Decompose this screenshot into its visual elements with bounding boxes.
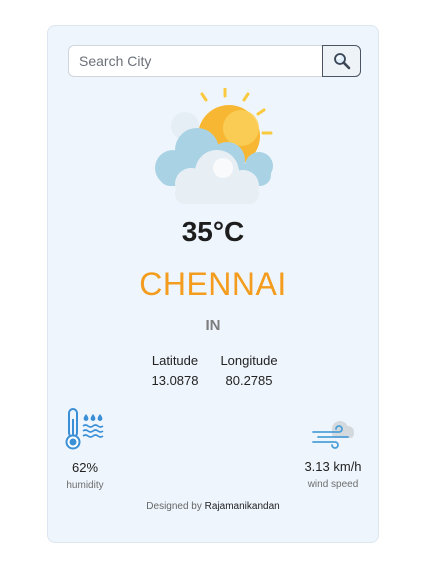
longitude-value: 80.2785	[225, 373, 273, 388]
humidity-value: 62%	[71, 460, 99, 475]
weather-card: 35°C CHENNAI IN Latitude 13.0878 Longitu…	[47, 25, 379, 543]
wind-icon	[312, 421, 354, 449]
search-bar	[68, 45, 361, 77]
latitude-value: 13.0878	[151, 373, 199, 388]
search-button[interactable]	[322, 45, 361, 77]
weather-condition-icon	[155, 88, 273, 204]
humidity-label: humidity	[66, 480, 104, 491]
search-icon	[333, 53, 350, 70]
longitude-block: Longitude 80.2785	[216, 352, 282, 390]
wind-speed-label: wind speed	[307, 479, 359, 490]
country-code: IN	[205, 317, 221, 334]
footer-credit: Designed by Rajamanikandan	[48, 501, 378, 512]
humidity-icon	[65, 408, 104, 450]
wind-block: 3.13 km/h wind speed	[298, 416, 368, 490]
city-name: CHENNAI	[139, 266, 287, 302]
longitude-label: Longitude	[220, 353, 278, 368]
footer-author: Rajamanikandan	[204, 501, 280, 512]
latitude-block: Latitude 13.0878	[145, 352, 205, 390]
humidity-block: 62% humidity	[58, 407, 112, 491]
search-input[interactable]	[68, 45, 322, 77]
wind-speed-value: 3.13 km/h	[304, 459, 362, 474]
footer-prefix: Designed by	[146, 501, 202, 512]
latitude-label: Latitude	[151, 353, 199, 368]
temperature: 35°C	[181, 216, 245, 247]
